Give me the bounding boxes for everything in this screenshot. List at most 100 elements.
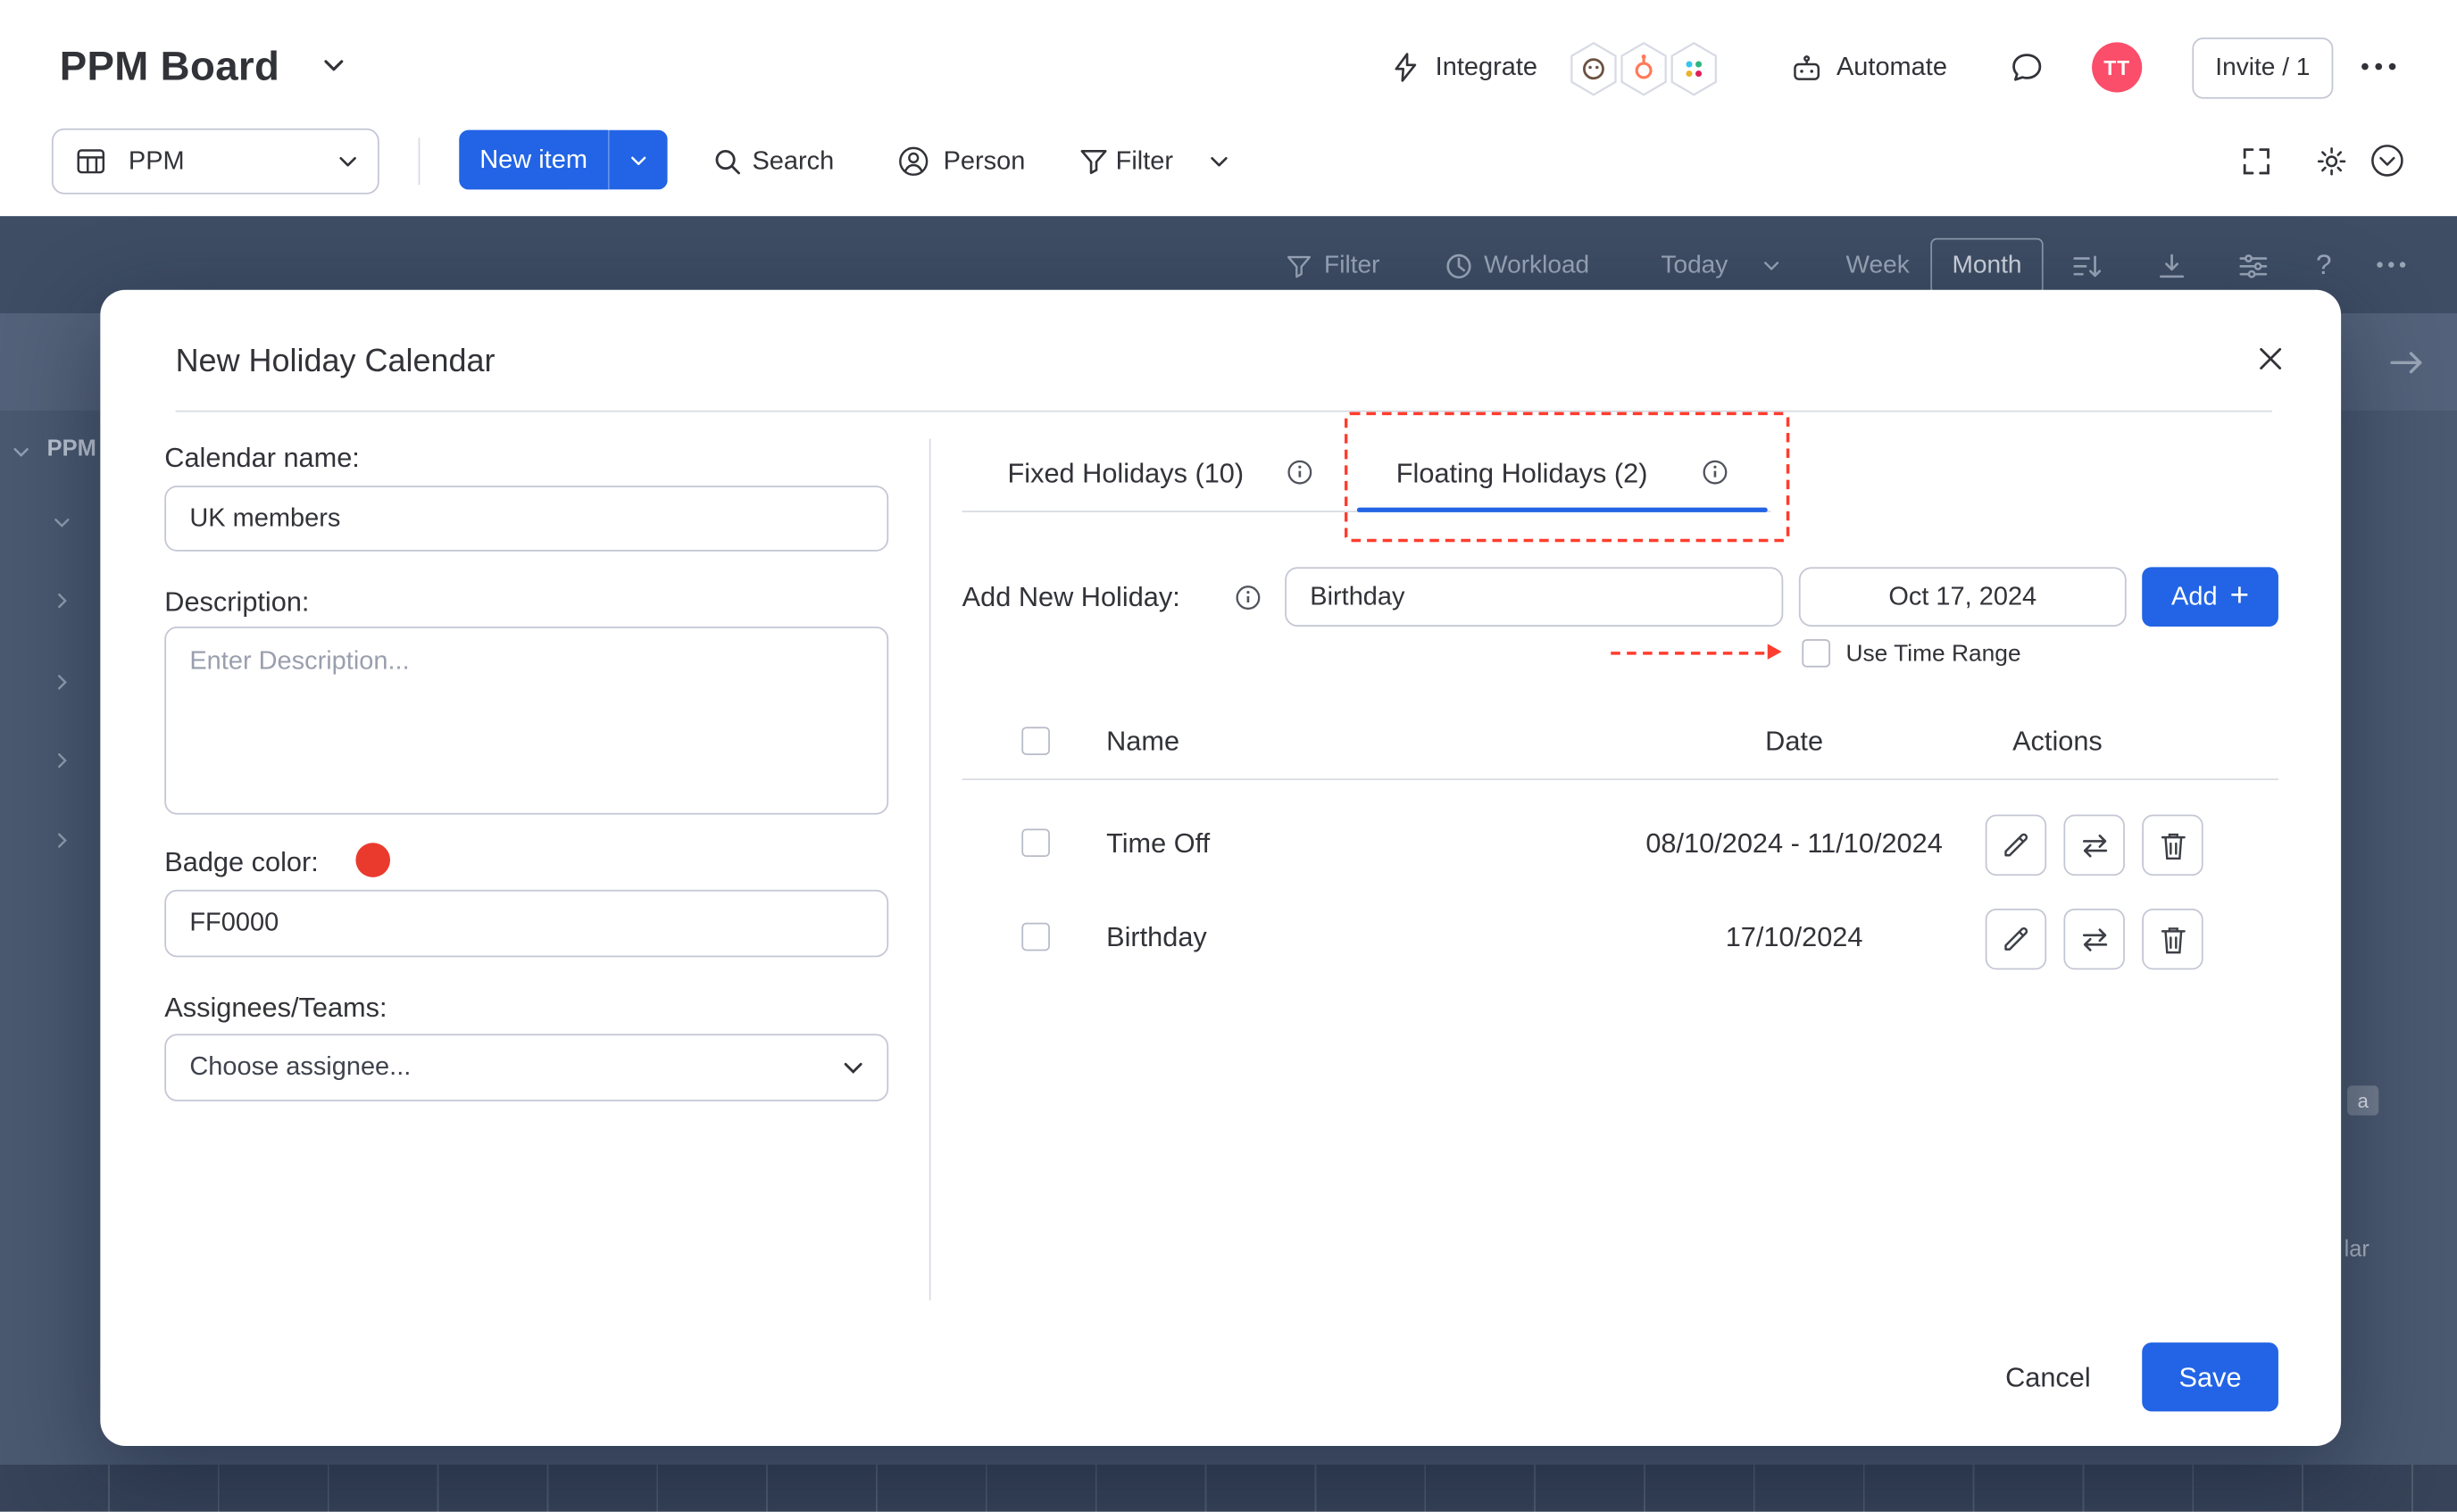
chat-bubble-icon[interactable]: [2009, 50, 2045, 86]
week-label: Week: [1846, 251, 1910, 282]
holiday-row-date: 08/10/2024 - 11/10/2024: [1559, 827, 2029, 860]
modal-column-divider: [929, 438, 931, 1300]
row-expander-icon: [56, 752, 67, 768]
view-selector-label: PPM: [129, 145, 338, 177]
automate-button[interactable]: Automate: [1837, 52, 1947, 83]
mailchimp-icon: [1567, 41, 1620, 97]
holiday-row-name: Time Off: [1106, 827, 1210, 860]
holiday-row-date: 17/10/2024: [1559, 921, 2029, 954]
delete-button[interactable]: [2142, 909, 2203, 969]
calendar-name-label: Calendar name:: [164, 442, 360, 473]
badge-color-label: Badge color:: [164, 846, 318, 877]
fullscreen-icon[interactable]: [2241, 145, 2272, 177]
name-column-header: Name: [1106, 726, 1179, 759]
board-group-label: PPM: [47, 437, 96, 462]
workload-icon: [1445, 253, 1473, 281]
plus-icon: +: [2230, 583, 2250, 611]
board-footer-row: [0, 1465, 2457, 1512]
help-icon: ?: [2316, 249, 2332, 280]
avatar[interactable]: TT: [2092, 42, 2142, 92]
cancel-button[interactable]: Cancel: [1970, 1361, 2127, 1394]
view-toolbar: PPM New item Search Person Filter: [0, 110, 2457, 216]
hubspot-icon: [1617, 41, 1670, 97]
filter-funnel-icon: [1079, 145, 1110, 177]
info-icon[interactable]: [1235, 585, 1262, 611]
top-header: PPM Board Integrate Automate TT: [0, 0, 2457, 110]
new-item-button[interactable]: New item: [459, 130, 608, 190]
row-expander-icon: [56, 674, 67, 691]
edit-button[interactable]: [1986, 815, 2046, 876]
timeline-item-fragment: a: [2347, 1085, 2378, 1115]
new-item-dropdown[interactable]: [608, 130, 668, 190]
modal-title: New Holiday Calendar: [176, 343, 496, 380]
add-button-label: Add: [2171, 582, 2218, 611]
holiday-name-input[interactable]: [1285, 567, 1783, 627]
invite-button[interactable]: Invite / 1: [2192, 37, 2333, 98]
table-header-divider: [962, 778, 2278, 780]
annotation-arrow-head: [1768, 644, 1782, 660]
today-chevron-icon: [1762, 260, 1779, 270]
board-filter-label: Filter: [1324, 251, 1379, 282]
row-checkbox[interactable]: [1021, 923, 1050, 951]
add-holiday-label: Add New Holiday:: [962, 581, 1180, 612]
modal-header-divider: [176, 411, 2272, 412]
row-checkbox[interactable]: [1021, 828, 1050, 857]
description-label: Description:: [164, 586, 309, 617]
swap-button[interactable]: [2063, 909, 2124, 969]
timeline-next-arrow-icon: [2388, 349, 2426, 376]
toolbar-divider: [419, 137, 421, 185]
holiday-date-input[interactable]: [1799, 567, 2127, 627]
filter-chevron-icon[interactable]: [1210, 155, 1228, 168]
board-more-icon: [2376, 260, 2407, 270]
chevron-down-icon: [338, 155, 357, 168]
calendar-name-input[interactable]: [164, 486, 888, 552]
row-expander-icon: [56, 832, 67, 849]
info-icon[interactable]: [1287, 459, 1313, 486]
month-toggle: Month: [1930, 238, 2043, 295]
swap-button[interactable]: [2063, 815, 2124, 876]
add-holiday-button[interactable]: Add +: [2142, 567, 2278, 627]
collapse-chevron-icon[interactable]: [2370, 143, 2405, 179]
save-button[interactable]: Save: [2142, 1342, 2278, 1411]
view-selector[interactable]: PPM: [52, 129, 379, 195]
integrate-button[interactable]: Integrate: [1436, 52, 1537, 83]
row-expander-icon: [54, 517, 71, 528]
gear-icon[interactable]: [2316, 145, 2347, 177]
today-label: Today: [1661, 251, 1728, 282]
assignee-select-value: Choose assignee...: [189, 1052, 411, 1082]
select-all-checkbox[interactable]: [1021, 727, 1050, 755]
badge-color-input[interactable]: [164, 890, 888, 957]
automate-robot-icon: [1789, 54, 1824, 85]
page-title: PPM Board: [60, 42, 280, 90]
actions-column-header: Actions: [1979, 726, 2136, 759]
person-filter-button[interactable]: Person: [944, 145, 1026, 177]
board-title-chevron-icon[interactable]: [323, 58, 346, 72]
chevron-down-icon: [843, 1060, 863, 1075]
search-button[interactable]: Search: [752, 145, 834, 177]
holiday-row-name: Birthday: [1106, 921, 1207, 954]
delete-button[interactable]: [2142, 815, 2203, 876]
use-time-range-label: Use Time Range: [1846, 641, 2021, 668]
annotation-floating-tab-highlight: [1345, 412, 1789, 543]
sort-icon: [2071, 253, 2103, 281]
more-menu-icon[interactable]: [2360, 61, 2397, 71]
filter-button[interactable]: Filter: [1116, 145, 1173, 177]
slack-icon: [1667, 41, 1720, 97]
description-textarea[interactable]: [164, 627, 888, 815]
annotation-arrow-line: [1611, 652, 1764, 655]
date-column-header: Date: [1716, 726, 1873, 759]
settings-sliders-icon: [2237, 253, 2269, 281]
integrate-icon: [1392, 52, 1420, 83]
assignee-select[interactable]: Choose assignee...: [164, 1034, 888, 1101]
integration-app-icons[interactable]: [1567, 41, 1727, 101]
edit-button[interactable]: [1986, 909, 2046, 969]
close-icon[interactable]: [2258, 346, 2283, 371]
badge-color-swatch[interactable]: [355, 843, 390, 877]
use-time-range-checkbox[interactable]: [1802, 639, 1830, 668]
table-view-icon: [75, 145, 106, 177]
tab-fixed-holidays[interactable]: Fixed Holidays (10): [1008, 456, 1245, 491]
new-holiday-calendar-modal: New Holiday Calendar Calendar name: Desc…: [100, 290, 2341, 1446]
row-expander-icon: [56, 592, 67, 609]
assignees-label: Assignees/Teams:: [164, 992, 387, 1023]
person-icon: [896, 144, 931, 179]
